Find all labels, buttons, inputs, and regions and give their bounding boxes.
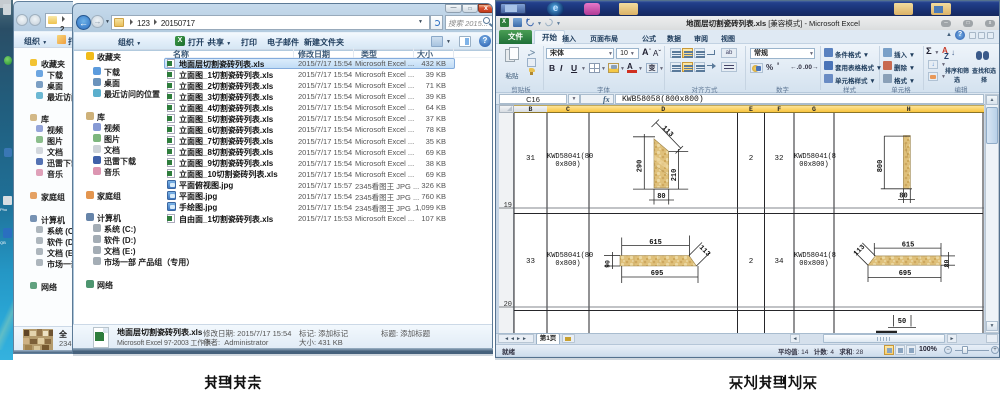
svg-text:80: 80 — [657, 193, 665, 201]
svg-text:615: 615 — [649, 239, 662, 247]
svg-text:290: 290 — [637, 160, 645, 173]
svg-text:50: 50 — [898, 318, 906, 326]
svg-text:113: 113 — [660, 125, 675, 140]
svg-text:90: 90 — [605, 260, 612, 268]
svg-text:800: 800 — [877, 160, 885, 173]
svg-text:615: 615 — [902, 242, 915, 250]
svg-text:695: 695 — [899, 270, 912, 278]
svg-text:80: 80 — [944, 260, 951, 268]
svg-text:695: 695 — [651, 270, 664, 278]
svg-text:113: 113 — [697, 244, 712, 259]
svg-text:210: 210 — [671, 169, 679, 182]
